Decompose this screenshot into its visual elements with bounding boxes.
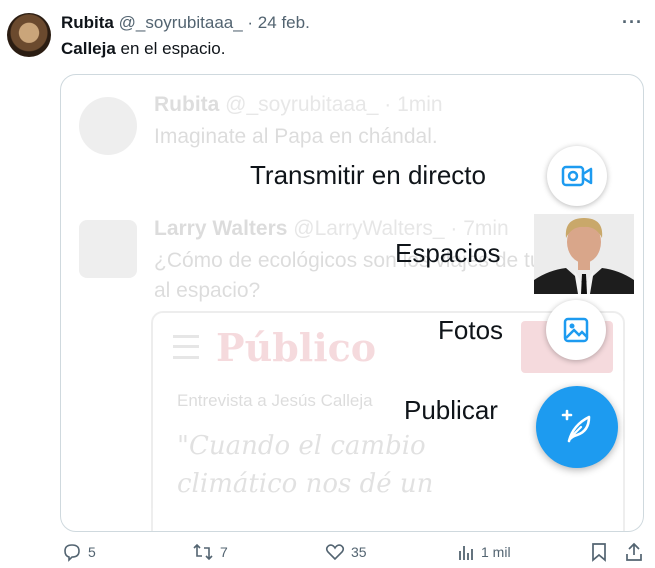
tweet-date[interactable]: · 24 feb.	[247, 13, 309, 32]
reply-count: 5	[88, 544, 96, 560]
author-handle[interactable]: @_soyrubitaaa_	[119, 13, 243, 32]
bg-tweet1-name: Rubita	[154, 93, 220, 116]
reply-button[interactable]: 5	[62, 542, 96, 562]
bookmark-icon	[592, 543, 606, 562]
bg-avatar-1	[79, 97, 137, 155]
bg-tweet2-name: Larry Walters	[154, 217, 288, 240]
like-button[interactable]: 35	[325, 542, 367, 562]
menu-live-label[interactable]: Transmitir en directo	[250, 160, 486, 191]
bg-tweet1-time: · 1min	[384, 93, 443, 116]
views-button[interactable]: 1 mil	[457, 542, 511, 562]
bg-tweet1-header: Rubita @_soyrubitaaa_ · 1min	[154, 93, 443, 117]
repost-icon	[193, 543, 213, 561]
share-icon	[626, 542, 642, 561]
bookmark-button[interactable]	[590, 542, 608, 562]
bar-chart-icon	[459, 546, 473, 560]
man-portrait-photo	[534, 214, 634, 294]
image-icon	[563, 317, 589, 343]
bg-hamburger-icon	[173, 335, 199, 359]
bg-quote-line1: "Cuando el cambio	[177, 431, 426, 461]
tweet-actions: 5 7 35 1 mil	[0, 542, 655, 566]
menu-post-label[interactable]: Publicar	[404, 395, 498, 426]
repost-button[interactable]: 7	[192, 542, 228, 562]
like-count: 35	[351, 544, 367, 560]
bg-tweet1-text: Imaginate al Papa en chándal.	[154, 125, 438, 148]
reply-icon	[64, 544, 80, 562]
tweet-text-bold[interactable]: Calleja	[61, 39, 116, 58]
tweet-text-rest: en el espacio.	[115, 39, 226, 58]
photos-button[interactable]	[546, 300, 606, 360]
more-options-icon[interactable]: ···	[622, 12, 643, 33]
bg-tweet2-text2: al espacio?	[154, 279, 261, 302]
live-button[interactable]	[547, 146, 607, 206]
tweet-header: Rubita @_soyrubitaaa_ · 24 feb.	[61, 13, 310, 33]
bg-avatar-2	[79, 220, 137, 278]
author-name[interactable]: Rubita	[61, 13, 114, 32]
repost-count: 7	[220, 544, 228, 560]
bg-publico-logo: Público	[216, 325, 377, 370]
bg-card-subtitle: Entrevista a Jesús Calleja	[177, 391, 373, 410]
share-button[interactable]	[624, 542, 644, 562]
menu-spaces-label[interactable]: Espacios	[395, 238, 501, 269]
view-count: 1 mil	[481, 544, 511, 560]
bg-tweet2-time: · 7min	[450, 217, 509, 240]
compose-post-button[interactable]	[536, 386, 618, 468]
bg-tweet2-text1: ¿Cómo de ecológicos son los viajes de tu…	[154, 249, 592, 272]
tweet-text: Calleja en el espacio.	[61, 39, 225, 59]
menu-photos-label[interactable]: Fotos	[438, 315, 503, 346]
bg-quote-line2: climático nos dé un	[177, 469, 434, 499]
heart-icon	[325, 544, 345, 561]
tweet-media-screenshot[interactable]: Rubita @_soyrubitaaa_ · 1min Imaginate a…	[60, 74, 644, 532]
bg-tweet2-handle: @LarryWalters_	[293, 217, 445, 240]
author-avatar[interactable]	[7, 13, 51, 57]
video-camera-icon	[561, 165, 593, 187]
feather-plus-icon	[561, 409, 591, 443]
bg-tweet1-handle: @_soyrubitaaa_	[225, 93, 379, 116]
